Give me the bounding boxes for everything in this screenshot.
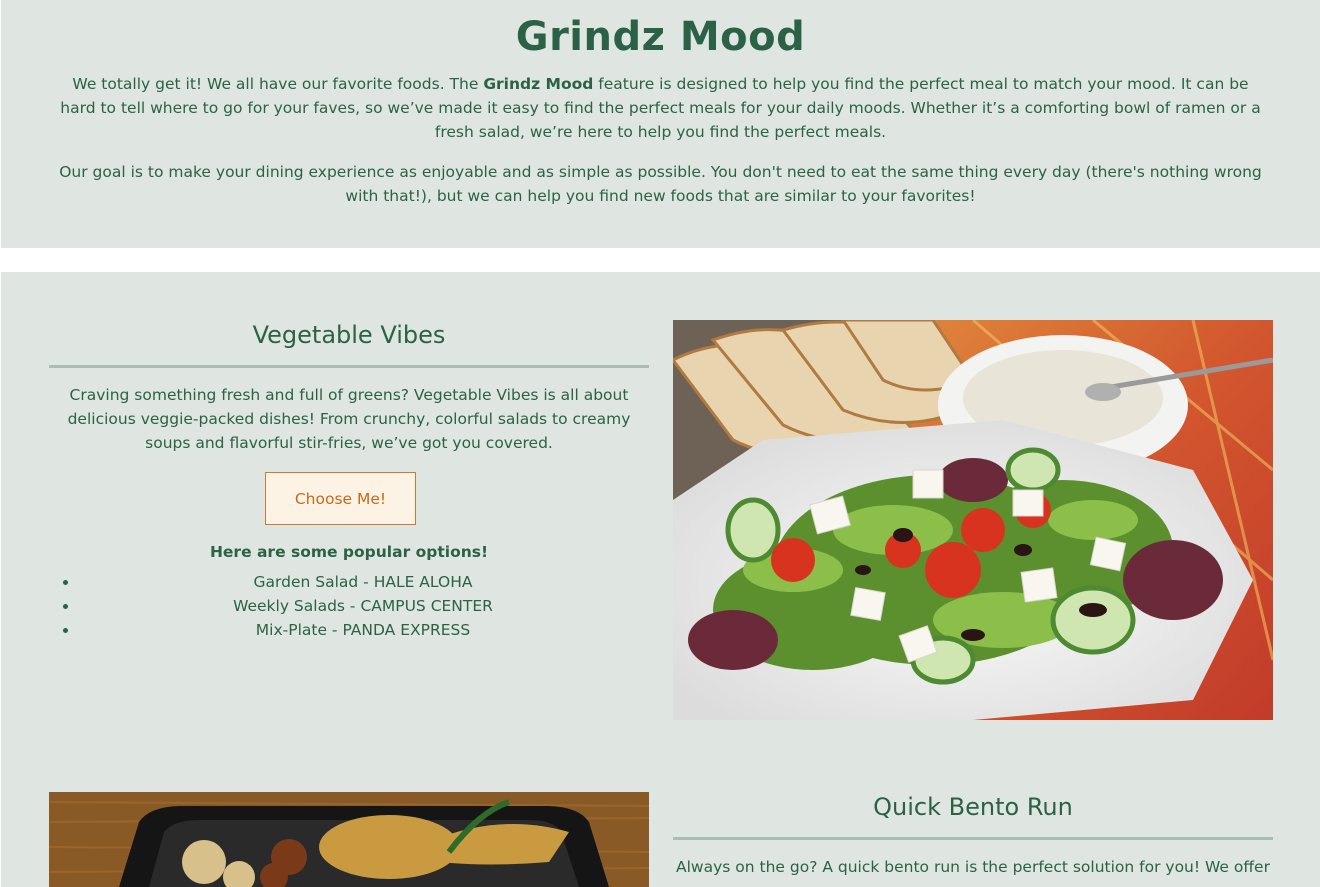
option-label: Garden Salad - HALE ALOHA [253, 573, 473, 591]
vegetable-vibes-description: Craving something fresh and full of gree… [67, 386, 631, 452]
vegetable-vibes-title: Vegetable Vibes [252, 321, 446, 349]
bullet-dot-icon [63, 604, 68, 609]
bullet-dot-icon [63, 628, 68, 633]
intro-paragraph-2: Our goal is to make your dining experien… [59, 163, 1262, 205]
salad-photo [673, 320, 1273, 720]
salad-photo-graphic [673, 320, 1273, 720]
intro-section: Grindz Mood We totally get it! We all ha… [1, 0, 1320, 248]
vegetable-vibes-card: Vegetable Vibes Craving something fresh … [49, 320, 649, 455]
option-label: Weekly Salads - CAMPUS CENTER [233, 597, 493, 615]
title-divider [49, 365, 649, 368]
list-item: Mix-Plate - PANDA EXPRESS [63, 618, 663, 642]
intro-brand-name: Grindz Mood [483, 75, 594, 93]
quick-bento-title: Quick Bento Run [873, 793, 1073, 821]
popular-options-heading: Here are some popular options! [209, 543, 489, 561]
quick-bento-description: Always on the go? A quick bento run is t… [676, 858, 1270, 887]
bento-photo [49, 792, 649, 887]
popular-options-list: Garden Salad - HALE ALOHA Weekly Salads … [63, 570, 663, 642]
quick-bento-card: Quick Bento Run Always on the go? A quic… [673, 792, 1273, 887]
bento-photo-graphic [49, 792, 649, 887]
list-item: Garden Salad - HALE ALOHA [63, 570, 663, 594]
intro-paragraph-1: We totally get it! We all have our favor… [56, 72, 1265, 144]
choose-me-button[interactable]: Choose Me! [265, 472, 416, 525]
intro-text: We totally get it! We all have our favor… [72, 75, 484, 93]
list-item: Weekly Salads - CAMPUS CENTER [63, 594, 663, 618]
bullet-dot-icon [63, 580, 68, 585]
option-label: Mix-Plate - PANDA EXPRESS [255, 621, 471, 639]
page-title: Grindz Mood [515, 14, 806, 60]
mood-section: Vegetable Vibes Craving something fresh … [1, 272, 1320, 887]
title-divider [673, 837, 1273, 840]
